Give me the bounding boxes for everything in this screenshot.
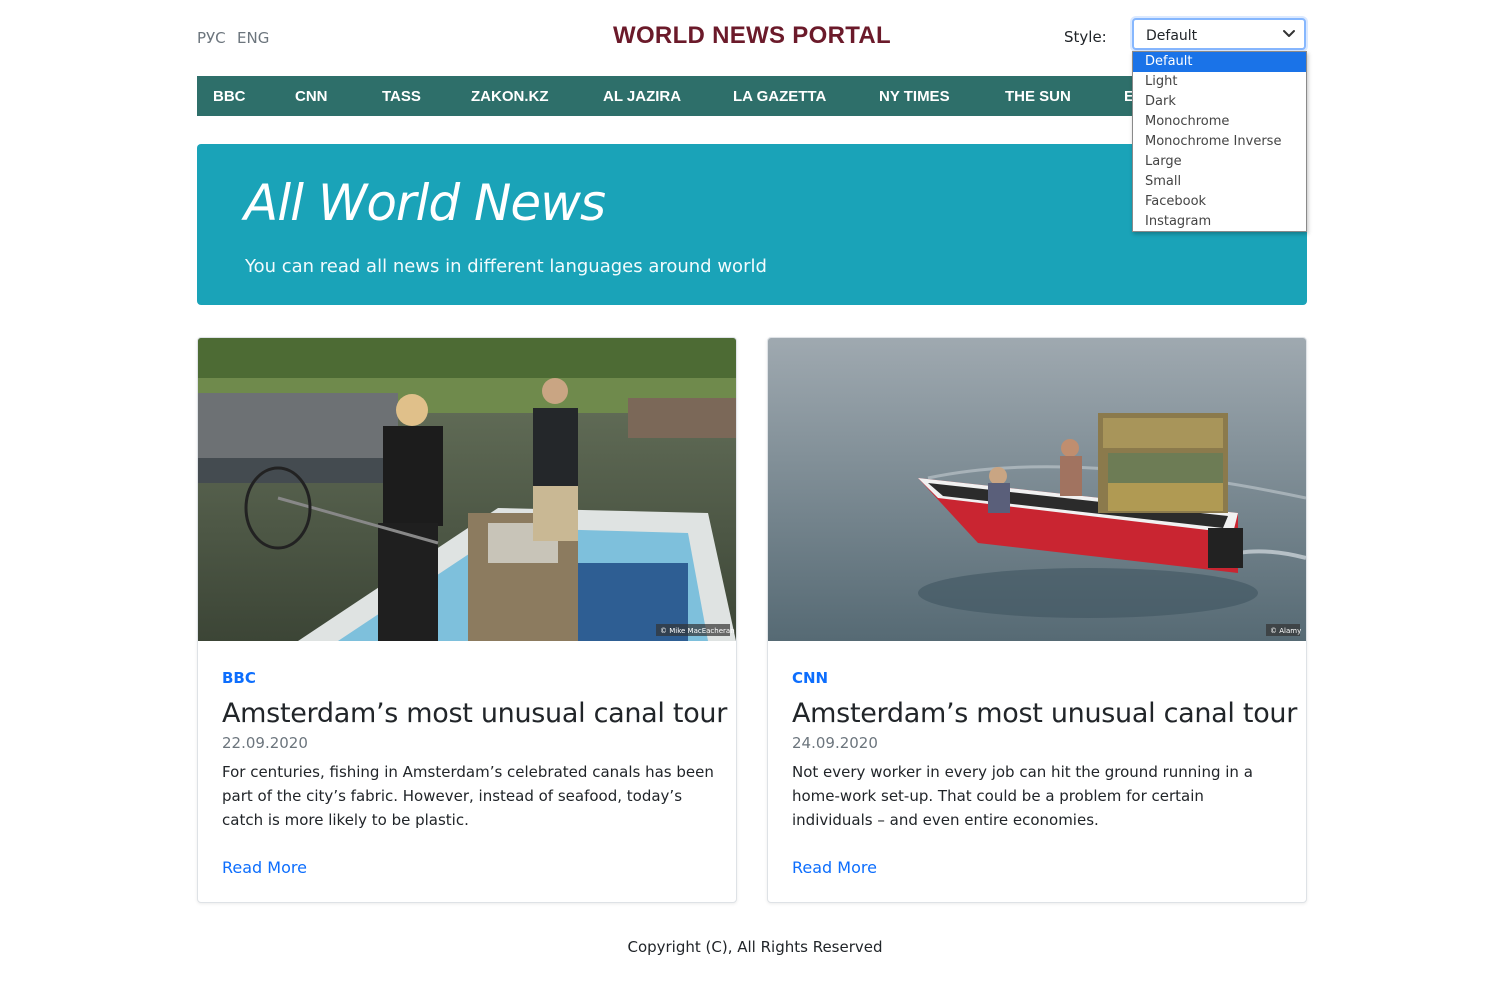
nav-item-cnn[interactable]: CNN [295, 88, 328, 105]
canal-boat-photo: © Mike MacEacheran [198, 338, 736, 641]
style-option-facebook[interactable]: Facebook [1133, 192, 1306, 212]
style-option-large[interactable]: Large [1133, 152, 1306, 172]
nav-item-bbc[interactable]: BBC [213, 88, 246, 105]
style-option-small[interactable]: Small [1133, 172, 1306, 192]
style-selected-value: Default [1146, 28, 1198, 44]
nav-item-more[interactable]: E [1124, 88, 1132, 105]
fishing-boat-photo: © Alamy [768, 338, 1306, 641]
image-credit: © Mike MacEacheran [660, 627, 735, 635]
news-excerpt: Not every worker in every job can hit th… [792, 763, 1253, 829]
news-title[interactable]: Amsterdam’s most unusual canal tour [792, 698, 1297, 729]
news-card-image[interactable]: © Mike MacEacheran [198, 338, 736, 641]
hero-subtitle: You can read all news in different langu… [245, 256, 767, 277]
hero-title: All World News [244, 174, 606, 232]
news-card: © Mike MacEacheran BBC Amsterdam’s most … [197, 337, 737, 903]
nav-item-la-gazetta[interactable]: LA GAZETTA [733, 88, 826, 105]
nav-item-tass[interactable]: TASS [382, 88, 421, 105]
style-select[interactable]: Default [1132, 18, 1306, 50]
news-date: 24.09.2020 [792, 734, 878, 752]
image-credit: © Alamy [1270, 627, 1301, 635]
news-title[interactable]: Amsterdam’s most unusual canal tour [222, 698, 727, 729]
nav-item-al-jazira[interactable]: AL JAZIRA [603, 88, 681, 105]
chevron-down-icon [1283, 30, 1295, 37]
nav-item-the-sun[interactable]: THE SUN [1005, 88, 1071, 105]
brand-text: WORLD NEWS PORTAL [613, 22, 891, 49]
style-dropdown-list: Default Light Dark Monochrome Monochrome… [1132, 51, 1307, 232]
style-option-monochrome[interactable]: Monochrome [1133, 112, 1306, 132]
style-label: Style: [1064, 28, 1107, 46]
style-option-default[interactable]: Default [1133, 52, 1306, 72]
news-card-image[interactable]: © Alamy [768, 338, 1306, 641]
read-more-link[interactable]: Read More [792, 858, 877, 877]
style-option-light[interactable]: Light [1133, 72, 1306, 92]
news-source-label: CNN [792, 669, 829, 687]
news-date: 22.09.2020 [222, 734, 308, 752]
nav-item-zakon[interactable]: ZAKON.KZ [471, 88, 549, 105]
style-option-instagram[interactable]: Instagram [1133, 212, 1306, 232]
read-more-link[interactable]: Read More [222, 858, 307, 877]
news-source-label: BBC [222, 669, 256, 687]
news-source-navbar: BBC CNN TASS ZAKON.KZ AL JAZIRA LA GAZET… [197, 76, 1132, 116]
news-excerpt: For centuries, fishing in Amsterdam’s ce… [222, 763, 714, 829]
footer-copyright: Copyright (C), All Rights Reserved [627, 938, 883, 956]
style-option-monochrome-inverse[interactable]: Monochrome Inverse [1133, 132, 1306, 152]
style-option-dark[interactable]: Dark [1133, 92, 1306, 112]
nav-item-ny-times[interactable]: NY TIMES [879, 88, 950, 105]
news-card: © Alamy CNN Amsterdam’s most unusual can… [767, 337, 1307, 903]
